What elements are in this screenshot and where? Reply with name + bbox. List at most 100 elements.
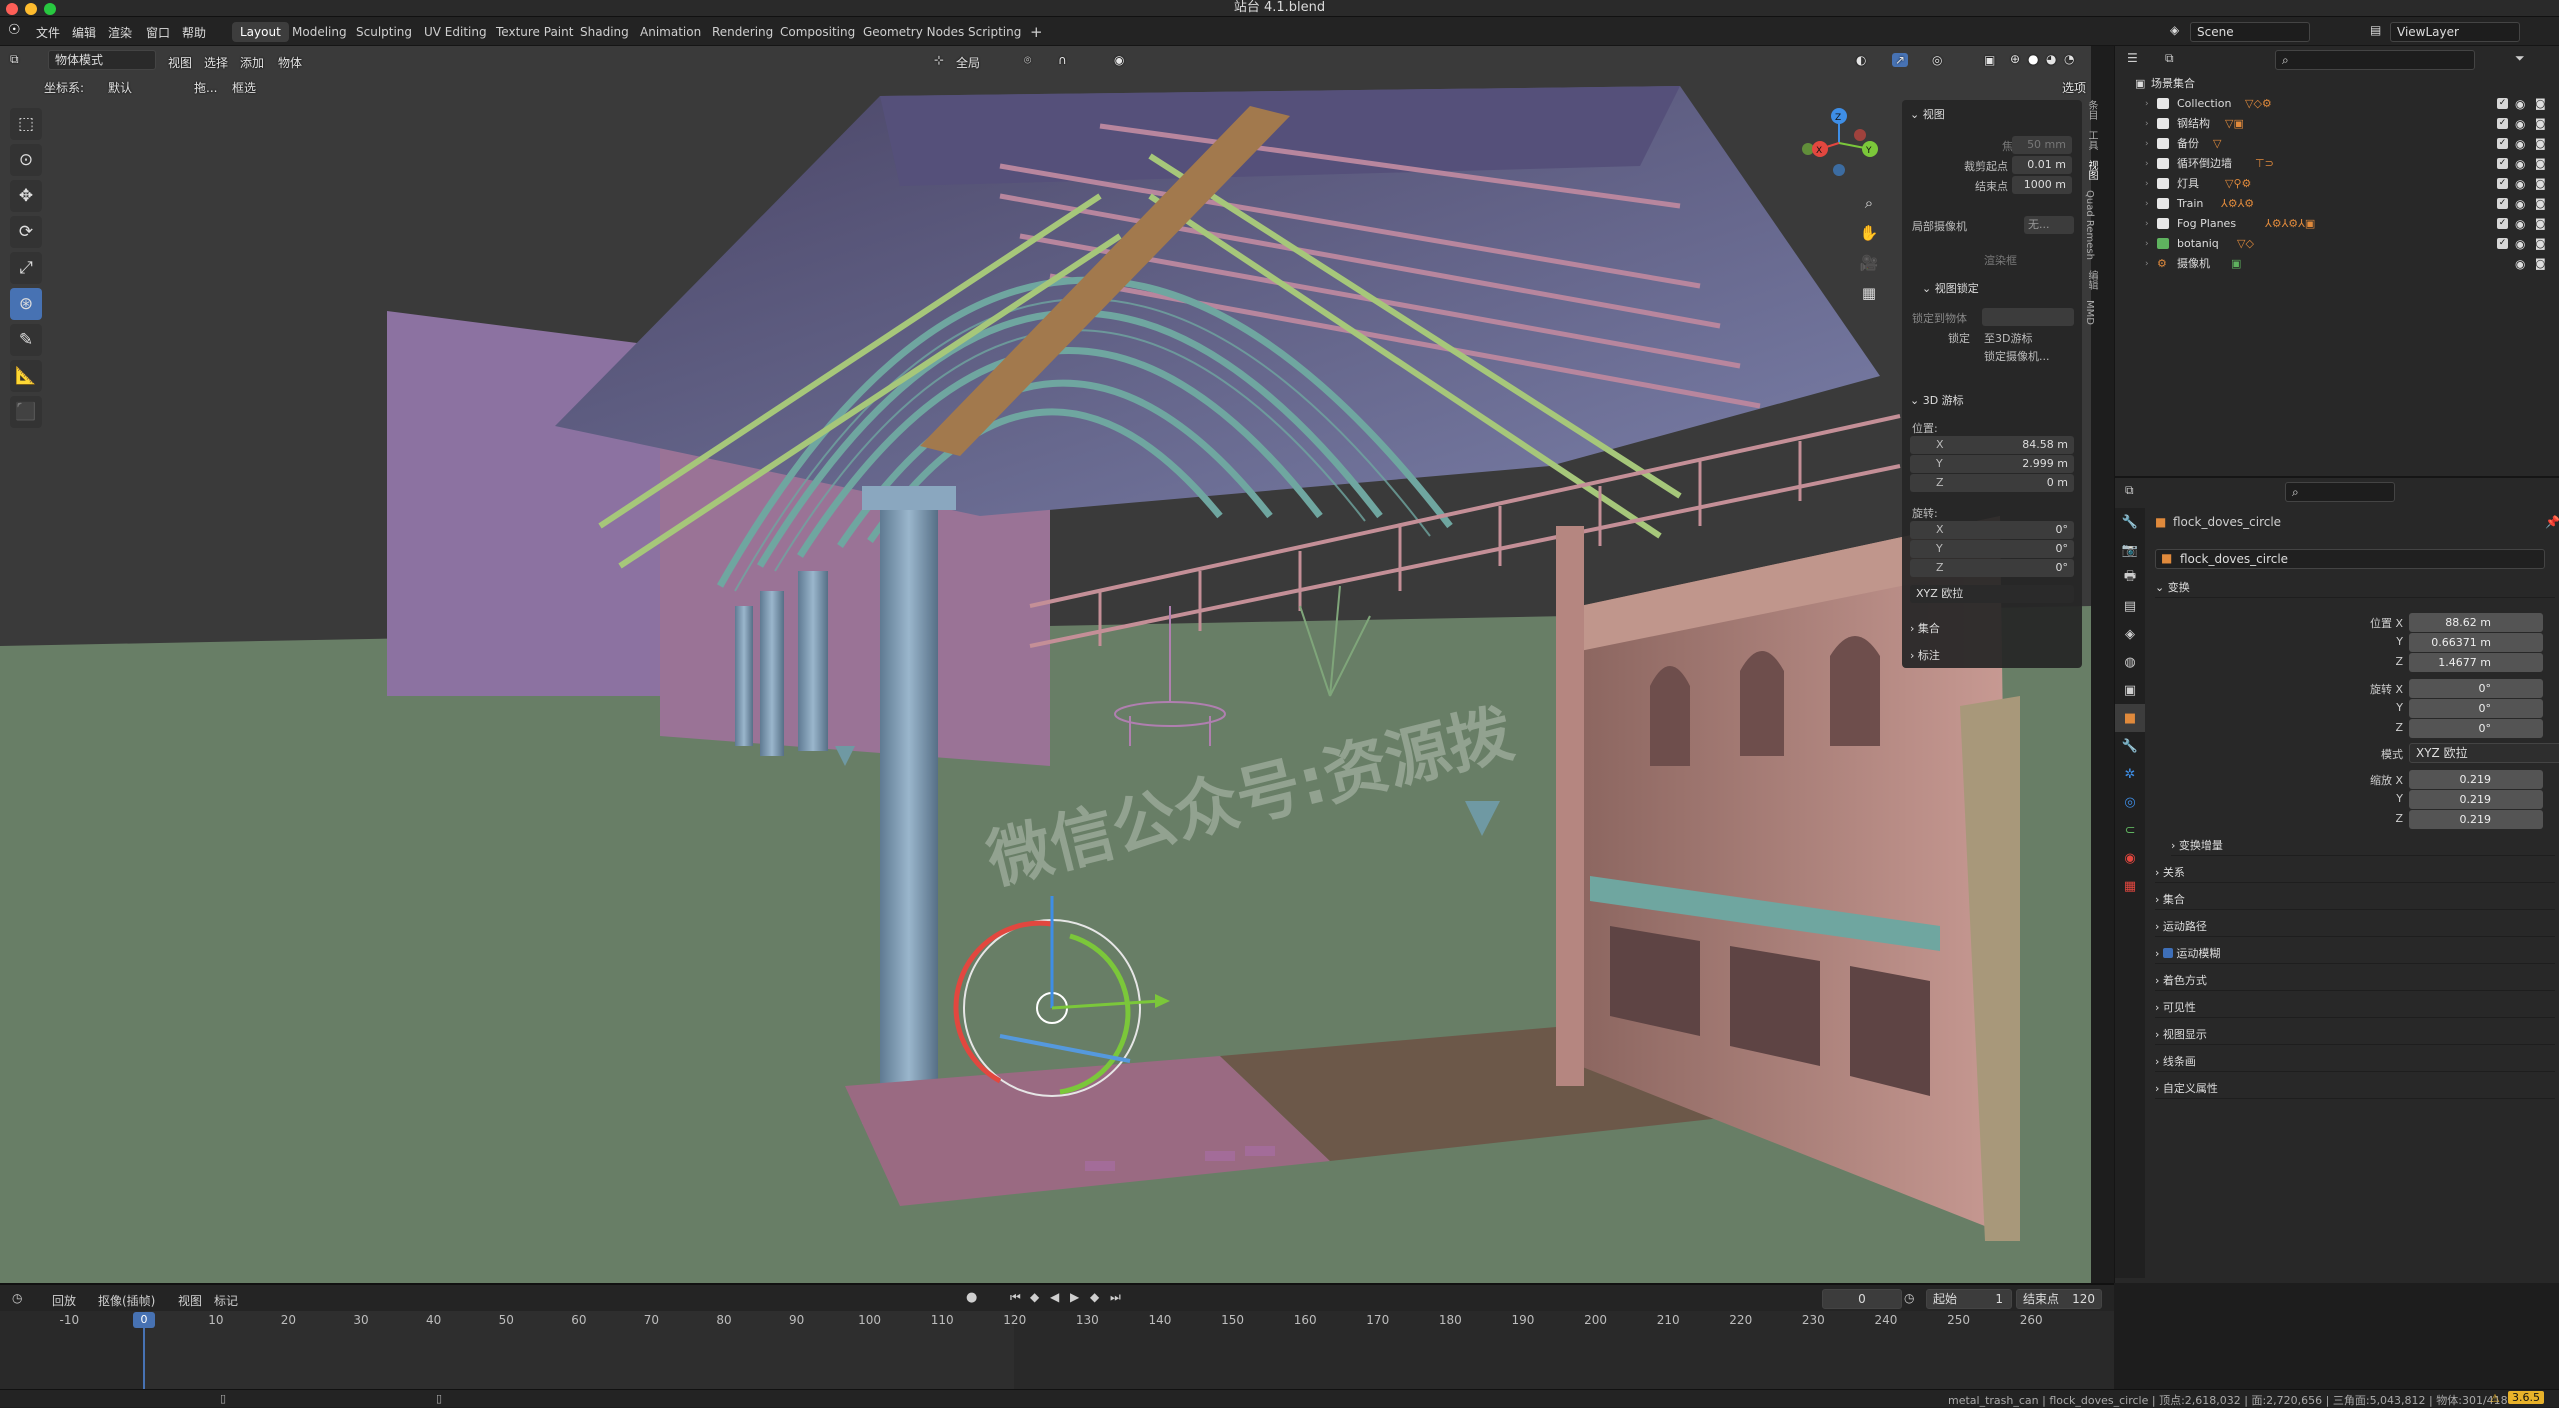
tab-tool[interactable]: 工具 [2084, 130, 2099, 150]
collections-section[interactable]: › 集合 [2155, 890, 2555, 910]
measure-tool-icon[interactable]: 📐 [10, 360, 42, 392]
expand-arrow-icon[interactable]: › [2145, 214, 2149, 234]
include-checkbox[interactable]: ✓ [2497, 218, 2508, 229]
display-mode-icon[interactable]: ⧉ [2165, 51, 2174, 66]
outliner-item[interactable]: › 循环倒边墙 ⊤⊃ ✓ ◉ ◙ [2115, 154, 2559, 174]
modifier-tab-icon[interactable]: 🔧 [2115, 732, 2145, 760]
render-camera-icon[interactable]: ◙ [2535, 114, 2546, 134]
tab-edit[interactable]: 编辑 [2084, 270, 2099, 290]
filter-icon[interactable]: ⏷ [2515, 51, 2525, 66]
menu-window[interactable]: 窗口 [146, 24, 170, 41]
location-x-field[interactable]: 88.62 m [2409, 613, 2543, 632]
3d-viewport[interactable]: 微信公众号:资源拨 [0, 46, 2091, 1283]
view-section-header[interactable]: ⌄ 视图 [1910, 106, 1945, 122]
perspective-grid-icon[interactable]: ▦ [1858, 282, 1880, 304]
view-layer-tab-icon[interactable]: ▤ [2115, 592, 2145, 620]
data-tab-icon[interactable]: ◉ [2115, 844, 2145, 872]
eye-icon[interactable]: ◉ [2515, 94, 2525, 114]
record-icon[interactable]: ● [966, 1290, 977, 1305]
add-workspace-button[interactable]: + [1022, 22, 1051, 42]
include-checkbox[interactable]: ✓ [2497, 178, 2508, 189]
output-tab-icon[interactable]: 🖶 [2115, 564, 2145, 592]
jump-end-icon[interactable]: ⏭ [1110, 1290, 1121, 1305]
tab-view[interactable]: 视图 [2084, 160, 2099, 180]
motion-blur-section[interactable]: › 运动模糊 [2155, 944, 2555, 964]
shading-section[interactable]: › 着色方式 [2155, 971, 2555, 991]
menu-playback[interactable]: 回放 [52, 1292, 76, 1309]
collection-tab-icon[interactable]: ▣ [2115, 676, 2145, 704]
add-cube-tool-icon[interactable]: ⬛ [10, 396, 42, 428]
eye-icon[interactable]: ◉ [2515, 214, 2525, 234]
local-camera-field[interactable]: 无... [2024, 216, 2074, 234]
properties-search-input[interactable]: ⌕ [2285, 482, 2395, 502]
play-reverse-icon[interactable]: ◀ [1050, 1290, 1059, 1304]
axis-gizmo[interactable]: Z Y X [1798, 102, 1880, 184]
eye-icon[interactable]: ◉ [2515, 114, 2525, 134]
render-camera-icon[interactable]: ◙ [2535, 94, 2546, 114]
3d-cursor-section-header[interactable]: ⌄ 3D 游标 [1910, 392, 1964, 408]
relations-section[interactable]: › 关系 [2155, 863, 2555, 883]
select-box-tool-icon[interactable]: ⬚ [10, 108, 42, 140]
outliner-search-input[interactable]: ⌕ [2275, 50, 2475, 70]
timeline-track[interactable] [0, 1311, 2114, 1395]
rotate-tool-icon[interactable]: ⟳ [10, 216, 42, 248]
custom-properties-section[interactable]: › 自定义属性 [2155, 1079, 2555, 1099]
motion-blur-checkbox[interactable] [2162, 948, 2173, 958]
tab-shading[interactable]: Shading [572, 22, 637, 42]
outliner-item[interactable]: › Collection ▽◇⚙ ✓ ◉ ◙ [2115, 94, 2559, 114]
outliner-item[interactable]: › 灯具 ▽⚲⚙ ✓ ◉ ◙ [2115, 174, 2559, 194]
data-name-field[interactable]: flock_doves_circle [2155, 549, 2545, 569]
scale-tool-icon[interactable]: ⤢ [10, 252, 42, 284]
include-checkbox[interactable]: ✓ [2497, 98, 2508, 109]
properties-editor-icon[interactable]: ⧉ [2125, 483, 2134, 498]
clock-icon[interactable]: ◷ [1904, 1291, 1914, 1305]
expand-arrow-icon[interactable]: › [2145, 254, 2149, 274]
motion-paths-section[interactable]: › 运动路径 [2155, 917, 2555, 937]
menu-marker[interactable]: 标记 [214, 1292, 238, 1309]
move-tool-icon[interactable]: ✥ [10, 180, 42, 212]
expand-arrow-icon[interactable]: › [2145, 134, 2149, 154]
outliner-root-row[interactable]: ▣ 场景集合 [2115, 74, 2559, 94]
collection-section-header[interactable]: › 集合 [1910, 620, 1940, 636]
eye-icon[interactable]: ◉ [2515, 154, 2525, 174]
rotation-mode-select[interactable]: XYZ 欧拉 [2409, 743, 2559, 763]
delta-transform-section[interactable]: › 变换增量 [2171, 836, 2555, 856]
tab-layout[interactable]: Layout [232, 22, 289, 42]
tab-rendering[interactable]: Rendering [704, 22, 781, 42]
texture-tab-icon[interactable]: ▦ [2115, 872, 2145, 900]
prev-keyframe-icon[interactable]: ◆ [1030, 1290, 1039, 1304]
world-tab-icon[interactable]: ◍ [2115, 648, 2145, 676]
eye-icon[interactable]: ◉ [2515, 234, 2525, 254]
play-icon[interactable]: ▶ [1070, 1290, 1079, 1304]
object-name[interactable]: flock_doves_circle [2173, 515, 2281, 529]
current-frame-field[interactable]: 0 [1822, 1289, 1902, 1309]
render-camera-icon[interactable]: ◙ [2535, 174, 2546, 194]
visibility-section[interactable]: › 可见性 [2155, 998, 2555, 1018]
tab-sculpting[interactable]: Sculpting [348, 22, 420, 42]
render-camera-icon[interactable]: ◙ [2535, 154, 2546, 174]
expand-arrow-icon[interactable]: › [2145, 94, 2149, 114]
eye-icon[interactable]: ◉ [2515, 194, 2525, 214]
render-tab-icon[interactable]: 📷 [2115, 536, 2145, 564]
outliner-item[interactable]: › botaniq ▽◇ ✓ ◉ ◙ [2115, 234, 2559, 254]
clip-end-field[interactable]: 1000 m [2012, 176, 2072, 194]
warning-icon[interactable]: ⚠ [2490, 1392, 2500, 1405]
eye-icon[interactable]: ◉ [2515, 134, 2525, 154]
lock-to-object-field[interactable] [1982, 308, 2074, 326]
render-camera-icon[interactable]: ◙ [2535, 254, 2546, 274]
clip-start-field[interactable]: 0.01 m [2012, 156, 2072, 174]
render-camera-icon[interactable]: ◙ [2535, 214, 2546, 234]
lock-camera-checkbox[interactable]: 锁定摄像机... [1984, 348, 2050, 364]
tab-texture-paint[interactable]: Texture Paint [488, 22, 581, 42]
rotation-x-field[interactable]: 0° [2409, 679, 2543, 698]
annotate-tool-icon[interactable]: ✎ [10, 324, 42, 356]
close-window-icon[interactable] [6, 3, 18, 15]
render-region-label[interactable]: 渲染框 [1984, 252, 2017, 268]
expand-arrow-icon[interactable]: › [2145, 194, 2149, 214]
menu-file[interactable]: 文件 [36, 24, 60, 41]
include-checkbox[interactable]: ✓ [2497, 238, 2508, 249]
tab-modeling[interactable]: Modeling [284, 22, 355, 42]
tab-quad-remesh[interactable]: Quad Remesh [2084, 190, 2095, 260]
timeline-editor-icon[interactable]: ◷ [12, 1291, 22, 1305]
tool-tab-icon[interactable]: 🔧 [2115, 508, 2145, 536]
